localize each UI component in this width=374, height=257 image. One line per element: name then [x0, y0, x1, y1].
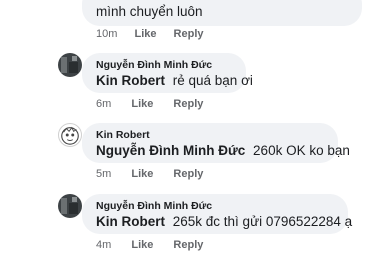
comment-text: mình chuyển luôn [96, 4, 203, 19]
comment-meta: 10m Like Reply [96, 28, 204, 40]
comment-author[interactable]: Nguyễn Đình Minh Đức [96, 59, 212, 71]
reply-button[interactable]: Reply [173, 239, 203, 251]
reply-button[interactable]: Reply [173, 98, 203, 110]
avatar[interactable] [58, 53, 82, 77]
mention-link[interactable]: Nguyễn Đình Minh Đức [96, 143, 245, 158]
comment-body: 260k OK ko bạn [253, 143, 350, 158]
cartoon-face-avatar-icon [61, 126, 79, 145]
avatar[interactable] [58, 123, 82, 147]
comment-meta: 5m Like Reply [96, 168, 203, 180]
comment-meta: 6m Like Reply [96, 98, 203, 110]
mention-link[interactable]: Kin Robert [96, 73, 165, 88]
comment-time: 5m [96, 168, 112, 180]
comment-text: Kin Robert rẻ quá bạn ơi [96, 73, 253, 88]
comment-time: 4m [96, 239, 112, 251]
photo-avatar-icon [58, 194, 82, 218]
mention-link[interactable]: Kin Robert [96, 214, 165, 229]
comment-time: 10m [96, 28, 118, 40]
like-button[interactable]: Like [131, 98, 153, 110]
comment-body: 265k đc thì gửi 0796522284 ạ [172, 214, 353, 229]
like-button[interactable]: Like [134, 28, 156, 40]
like-button[interactable]: Like [131, 168, 153, 180]
comment-author[interactable]: Kin Robert [96, 129, 150, 141]
reply-button[interactable]: Reply [173, 168, 203, 180]
comment-body: rẻ quá bạn ơi [172, 73, 253, 88]
comment-time: 6m [96, 98, 112, 110]
reply-button[interactable]: Reply [174, 28, 204, 40]
like-button[interactable]: Like [131, 239, 153, 251]
comment-author[interactable]: Nguyễn Đình Minh Đức [96, 200, 212, 212]
comment-text: Nguyễn Đình Minh Đức 260k OK ko bạn [96, 143, 350, 158]
avatar[interactable] [58, 194, 82, 218]
comment-text: Kin Robert 265k đc thì gửi 0796522284 ạ [96, 214, 352, 229]
photo-avatar-icon [58, 53, 82, 77]
comment-meta: 4m Like Reply [96, 239, 203, 251]
